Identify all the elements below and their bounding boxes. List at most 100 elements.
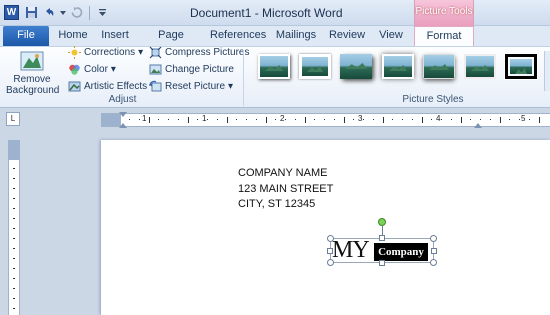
color-button[interactable]: Color ▾: [68, 62, 116, 77]
ruler-dot: [197, 119, 199, 120]
save-icon[interactable]: [24, 5, 39, 20]
ruler-dot: [236, 119, 238, 120]
picture-styles-gallery: [249, 51, 549, 91]
ruler-dot: [450, 119, 452, 120]
ruler-dot: [138, 119, 140, 120]
ruler-dot: [489, 119, 491, 120]
ruler-dot: [363, 119, 364, 120]
resize-handle-top[interactable]: [379, 235, 385, 241]
picture-style-1[interactable]: [258, 54, 290, 79]
horizontal-ruler[interactable]: 1 1 2 3 4 5: [101, 112, 550, 128]
ruler-tick: [148, 117, 150, 123]
tab-page-layout[interactable]: Page Layout: [141, 26, 201, 60]
vertical-ruler-tick: [13, 198, 15, 199]
ruler-dot: [528, 119, 530, 120]
remove-background-button[interactable]: Remove Background: [6, 50, 59, 96]
vertical-ruler[interactable]: [8, 140, 20, 315]
ruler-dot: [519, 119, 520, 120]
artistic-effects-icon: [68, 80, 81, 93]
rotation-handle[interactable]: [378, 218, 386, 226]
ruler-number: 2: [280, 114, 285, 123]
undo-icon[interactable]: [42, 5, 57, 20]
ruler-dot: [411, 119, 413, 120]
title-bar: W Document1 - Microsoft Word Picture Too…: [0, 0, 550, 26]
gallery-scrollbar[interactable]: [544, 51, 550, 91]
tab-selector-button[interactable]: L: [6, 112, 20, 126]
tab-view[interactable]: View: [375, 26, 407, 46]
first-line-indent-marker[interactable]: [119, 112, 127, 117]
resize-handle-bottom-right[interactable]: [430, 259, 437, 266]
color-icon: [68, 63, 81, 76]
vertical-ruler-tick: [13, 308, 15, 309]
picture-style-2[interactable]: [299, 54, 331, 79]
qat-separator: [89, 5, 90, 20]
ruler-dot: [216, 119, 218, 120]
resize-handle-right[interactable]: [431, 248, 437, 254]
left-margin-area: [101, 114, 121, 126]
ruler-number: 4: [436, 114, 441, 123]
picture-style-5[interactable]: [423, 54, 455, 79]
resize-handle-bottom[interactable]: [379, 260, 385, 266]
artistic-effects-button[interactable]: Artistic Effects ▾: [68, 79, 155, 94]
tab-mailings[interactable]: Mailings: [273, 26, 319, 46]
change-picture-icon: [149, 63, 162, 76]
tab-review[interactable]: Review: [327, 26, 367, 46]
ruler-tick: [382, 117, 384, 123]
document-page[interactable]: COMPANY NAME 123 MAIN STREET CITY, ST 12…: [101, 140, 550, 315]
tab-references[interactable]: References: [210, 26, 266, 46]
ruler-number: 1: [142, 114, 147, 123]
hanging-indent-marker[interactable]: [119, 123, 127, 128]
undo-dropdown-icon[interactable]: [60, 5, 66, 20]
redo-icon[interactable]: [69, 5, 84, 20]
ruler-tick: [343, 117, 345, 123]
logo-my-text: MY: [332, 237, 370, 263]
ruler-number: 1: [202, 114, 207, 123]
ruler-tick: [265, 117, 267, 123]
ruler-dot: [177, 119, 179, 120]
tab-home[interactable]: Home: [56, 26, 90, 46]
vertical-ruler-tick: [13, 228, 15, 229]
reset-picture-button[interactable]: Reset Picture ▾: [149, 79, 233, 94]
ruler-dot: [168, 119, 169, 120]
ruler-dot: [246, 119, 247, 120]
resize-handle-left[interactable]: [327, 248, 333, 254]
resize-handle-top-right[interactable]: [430, 235, 437, 242]
tab-format[interactable]: Format: [414, 26, 474, 47]
ruler-number: 3: [358, 114, 363, 123]
address-block[interactable]: COMPANY NAME 123 MAIN STREET CITY, ST 12…: [238, 166, 333, 213]
vertical-ruler-tick: [13, 268, 15, 269]
resize-handle-top-left[interactable]: [327, 235, 334, 242]
compress-pictures-icon: [149, 46, 162, 59]
picture-style-3[interactable]: [340, 54, 372, 79]
picture-style-7[interactable]: [504, 53, 538, 80]
vertical-ruler-tick: [13, 208, 15, 209]
adjust-group-label: Adjust: [108, 94, 137, 105]
picture-styles-group-label: Picture Styles: [402, 94, 464, 105]
ruler-dot: [129, 119, 130, 120]
vertical-ruler-tick: [13, 278, 15, 279]
change-picture-button[interactable]: Change Picture: [149, 62, 234, 77]
word-app-icon[interactable]: W: [4, 5, 19, 20]
compress-pictures-button[interactable]: Compress Pictures: [149, 45, 249, 60]
ribbon-tab-row: File Home Insert Page Layout References …: [0, 26, 550, 60]
vertical-ruler-tick: [13, 238, 15, 239]
tab-file[interactable]: File: [3, 26, 49, 46]
address-line-street: 123 MAIN STREET: [238, 182, 334, 195]
picture-style-4[interactable]: [382, 54, 414, 79]
remove-background-label-1: Remove: [13, 74, 51, 85]
change-picture-label: Change Picture: [165, 64, 234, 75]
resize-handle-bottom-left[interactable]: [327, 259, 334, 266]
picture-style-6[interactable]: [464, 54, 496, 79]
right-indent-marker[interactable]: [474, 123, 482, 128]
compress-pictures-label: Compress Pictures: [165, 47, 250, 58]
corrections-icon: [68, 46, 81, 59]
ruler-dot: [324, 119, 325, 120]
customize-qat-icon[interactable]: [95, 5, 110, 20]
vertical-ruler-tick: [13, 248, 15, 249]
corrections-button[interactable]: Corrections ▾: [68, 45, 143, 60]
tab-insert[interactable]: Insert: [98, 26, 132, 46]
reset-picture-icon: [149, 80, 162, 93]
vertical-ruler-tick: [13, 188, 15, 189]
address-line-company: COMPANY NAME: [238, 167, 328, 179]
corrections-label: Corrections: [84, 47, 136, 58]
